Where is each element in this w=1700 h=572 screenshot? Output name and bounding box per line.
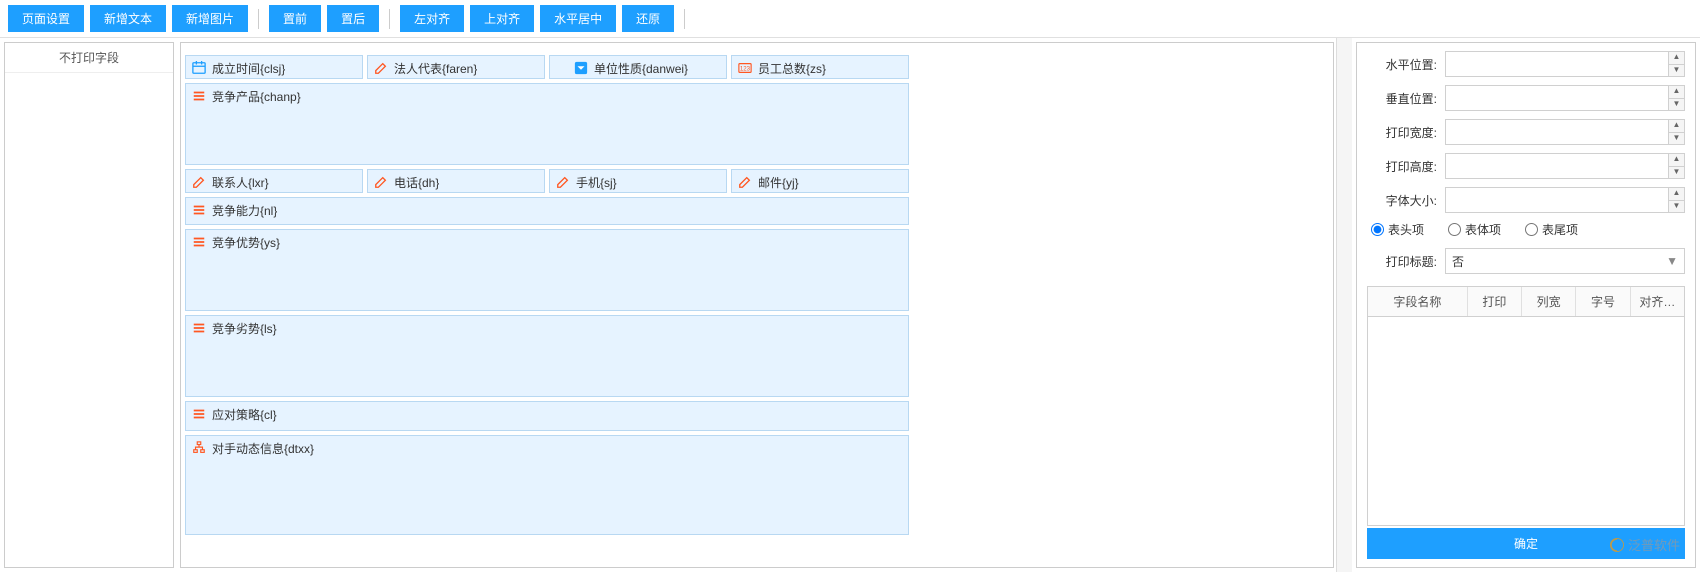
field-label: 竞争劣势{ls} (212, 320, 277, 337)
field-dh[interactable]: 电话{dh} (367, 169, 545, 193)
field-label: 联系人{lxr} (212, 174, 269, 191)
field-label: 竞争优势{ys} (212, 234, 280, 251)
chevron-down-icon: ▼ (1666, 254, 1678, 268)
canvas-area[interactable]: 成立时间{clsj} 法人代表{faren} ingz 单位性质{danwei}… (180, 42, 1334, 568)
field-faren[interactable]: 法人代表{faren} (367, 55, 545, 79)
col-print: 打印 (1468, 287, 1522, 316)
radio-head[interactable]: 表头项 (1371, 221, 1424, 238)
pwidth-label: 打印宽度: (1367, 124, 1437, 141)
field-label: 竞争能力{nl} (212, 202, 277, 219)
print-title-label: 打印标题: (1367, 253, 1437, 270)
number-icon: 123 (738, 61, 752, 75)
field-label: 竞争产品{chanp} (212, 88, 301, 105)
vpos-label: 垂直位置: (1367, 90, 1437, 107)
list-icon (192, 321, 206, 335)
field-label: 应对策略{cl} (212, 406, 277, 423)
separator (389, 9, 390, 29)
field-tail-text: ingz (549, 60, 550, 74)
separator (684, 9, 685, 29)
pheight-label: 打印高度: (1367, 158, 1437, 175)
field-ls[interactable]: 竞争劣势{ls} (185, 315, 909, 397)
spin-up-icon[interactable]: ▲ (1669, 188, 1684, 201)
restore-button[interactable]: 还原 (622, 5, 674, 32)
dropdown-icon (574, 61, 588, 75)
col-name: 字段名称 (1368, 287, 1468, 316)
field-label: 对手动态信息{dtxx} (212, 440, 314, 457)
pheight-input[interactable]: ▲▼ (1445, 153, 1685, 179)
spin-down-icon[interactable]: ▼ (1669, 99, 1684, 111)
field-sj[interactable]: 手机{sj} (549, 169, 727, 193)
col-align: 对齐… (1631, 287, 1684, 316)
grid-body[interactable] (1368, 317, 1684, 525)
org-icon (192, 441, 206, 455)
scrollbar[interactable] (1336, 38, 1352, 572)
field-label: 手机{sj} (576, 174, 617, 191)
toolbar: 页面设置 新增文本 新增图片 置前 置后 左对齐 上对齐 水平居中 还原 (0, 0, 1700, 38)
spin-down-icon[interactable]: ▼ (1669, 167, 1684, 179)
spin-up-icon[interactable]: ▲ (1669, 120, 1684, 133)
hpos-input[interactable]: ▲▼ (1445, 51, 1685, 77)
field-clsj[interactable]: 成立时间{clsj} (185, 55, 363, 79)
list-icon (192, 89, 206, 103)
edit-icon (374, 175, 388, 189)
brand-watermark: 泛普软件 (1610, 535, 1680, 554)
list-icon (192, 235, 206, 249)
field-label: 单位性质{danwei} (594, 60, 688, 77)
radio-tail[interactable]: 表尾项 (1525, 221, 1578, 238)
edit-icon (556, 175, 570, 189)
separator (258, 9, 259, 29)
svg-text:123: 123 (740, 66, 751, 73)
spin-up-icon[interactable]: ▲ (1669, 86, 1684, 99)
field-cl[interactable]: 应对策略{cl} (185, 401, 909, 431)
field-label: 员工总数{zs} (758, 60, 826, 77)
field-label: 成立时间{clsj} (212, 60, 285, 77)
col-font: 字号 (1576, 287, 1630, 316)
field-label: 法人代表{faren} (394, 60, 477, 77)
brand-logo-icon (1610, 538, 1624, 552)
align-left-button[interactable]: 左对齐 (400, 5, 464, 32)
page-setup-button[interactable]: 页面设置 (8, 5, 84, 32)
fontsize-input[interactable]: ▲▼ (1445, 187, 1685, 213)
fields-grid: 字段名称 打印 列宽 字号 对齐… (1367, 286, 1685, 526)
list-icon (192, 407, 206, 421)
edit-icon (374, 61, 388, 75)
col-width: 列宽 (1522, 287, 1576, 316)
field-dtxx[interactable]: 对手动态信息{dtxx} (185, 435, 909, 535)
pwidth-input[interactable]: ▲▼ (1445, 119, 1685, 145)
spin-down-icon[interactable]: ▼ (1669, 65, 1684, 77)
fontsize-label: 字体大小: (1367, 192, 1437, 209)
field-nl[interactable]: 竞争能力{nl} (185, 197, 909, 225)
edit-icon (192, 175, 206, 189)
list-icon (192, 203, 206, 217)
send-back-button[interactable]: 置后 (327, 5, 379, 32)
spin-down-icon[interactable]: ▼ (1669, 201, 1684, 213)
field-chanp[interactable]: 竞争产品{chanp} (185, 83, 909, 165)
left-panel-header: 不打印字段 (5, 43, 173, 73)
field-lxr[interactable]: 联系人{lxr} (185, 169, 363, 193)
property-panel: 水平位置: ▲▼ 垂直位置: ▲▼ 打印宽度: ▲▼ 打印高度: ▲▼ 字体大小… (1356, 42, 1696, 568)
hpos-label: 水平位置: (1367, 56, 1437, 73)
spin-up-icon[interactable]: ▲ (1669, 154, 1684, 167)
align-top-button[interactable]: 上对齐 (470, 5, 534, 32)
add-image-button[interactable]: 新增图片 (172, 5, 248, 32)
field-yj[interactable]: 邮件{yj} (731, 169, 909, 193)
align-hcenter-button[interactable]: 水平居中 (540, 5, 616, 32)
field-zs[interactable]: 123 员工总数{zs} (731, 55, 909, 79)
field-ys[interactable]: 竞争优势{ys} (185, 229, 909, 311)
bring-front-button[interactable]: 置前 (269, 5, 321, 32)
add-text-button[interactable]: 新增文本 (90, 5, 166, 32)
vpos-input[interactable]: ▲▼ (1445, 85, 1685, 111)
select-value: 否 (1452, 253, 1464, 270)
print-title-select[interactable]: 否 ▼ (1445, 248, 1685, 274)
radio-body[interactable]: 表体项 (1448, 221, 1501, 238)
field-label: 电话{dh} (394, 174, 439, 191)
calendar-icon (192, 61, 206, 75)
field-label: 邮件{yj} (758, 174, 799, 191)
spin-up-icon[interactable]: ▲ (1669, 52, 1684, 65)
spin-down-icon[interactable]: ▼ (1669, 133, 1684, 145)
edit-icon (738, 175, 752, 189)
left-panel: 不打印字段 (4, 42, 174, 568)
field-danwei[interactable]: ingz 单位性质{danwei} (549, 55, 727, 79)
